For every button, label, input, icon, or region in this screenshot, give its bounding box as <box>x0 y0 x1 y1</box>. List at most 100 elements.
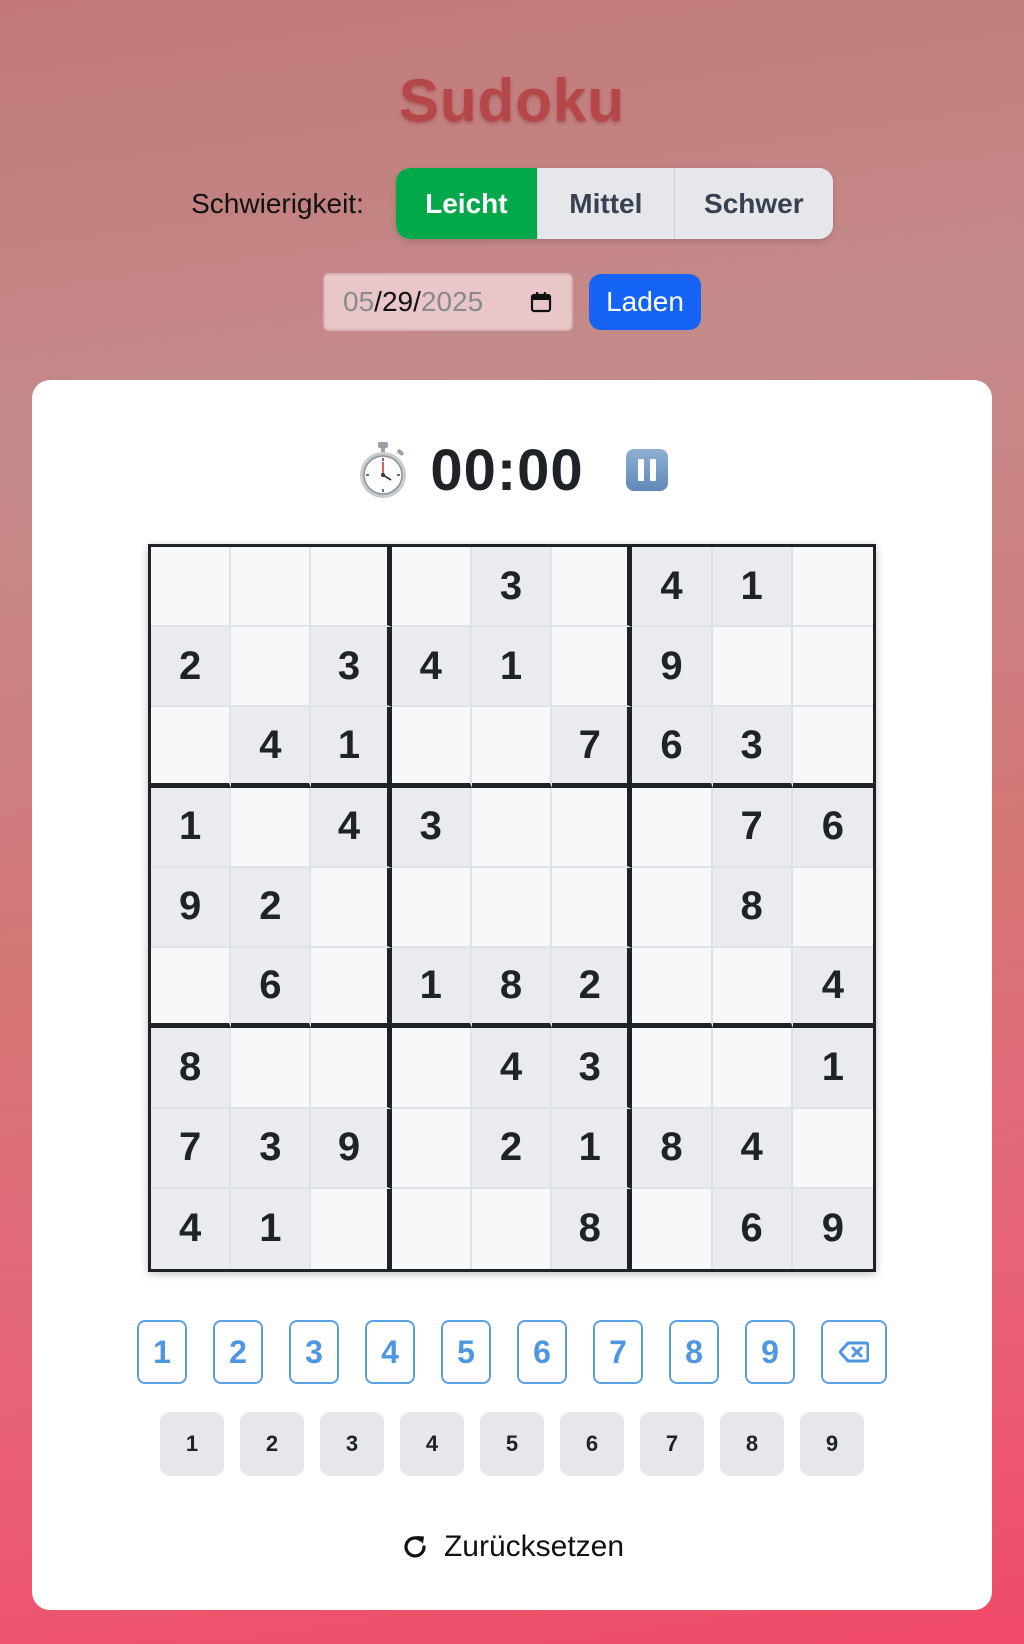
sudoku-cell[interactable] <box>231 787 312 868</box>
sudoku-cell[interactable]: 1 <box>151 787 232 868</box>
sudoku-cell[interactable]: 1 <box>712 547 793 628</box>
note-button-3[interactable]: 3 <box>320 1412 384 1476</box>
sudoku-cell[interactable]: 4 <box>632 547 713 628</box>
note-button-8[interactable]: 8 <box>720 1412 784 1476</box>
sudoku-cell[interactable] <box>471 707 553 788</box>
sudoku-cell[interactable]: 1 <box>552 1108 633 1189</box>
sudoku-cell[interactable]: 9 <box>792 1188 873 1269</box>
sudoku-cell[interactable]: 2 <box>151 627 232 708</box>
sudoku-cell[interactable]: 1 <box>391 948 472 1029</box>
sudoku-cell[interactable] <box>391 1108 472 1189</box>
sudoku-cell[interactable]: 7 <box>712 787 793 868</box>
pause-button[interactable] <box>625 449 668 491</box>
sudoku-cell[interactable]: 3 <box>311 627 392 708</box>
sudoku-cell[interactable]: 4 <box>712 1108 793 1189</box>
sudoku-cell[interactable]: 2 <box>471 1108 553 1189</box>
sudoku-cell[interactable]: 4 <box>391 627 472 708</box>
sudoku-cell[interactable]: 4 <box>792 948 873 1029</box>
sudoku-cell[interactable] <box>231 547 312 628</box>
difficulty-hard-button[interactable]: Schwer <box>674 168 833 239</box>
sudoku-cell[interactable]: 4 <box>311 787 392 868</box>
note-button-7[interactable]: 7 <box>640 1412 704 1476</box>
sudoku-cell[interactable] <box>552 547 633 628</box>
sudoku-cell[interactable]: 3 <box>712 707 793 788</box>
sudoku-cell[interactable]: 7 <box>151 1108 232 1189</box>
number-button-2[interactable]: 2 <box>213 1320 263 1384</box>
note-button-9[interactable]: 9 <box>800 1412 864 1476</box>
sudoku-cell[interactable]: 1 <box>471 627 553 708</box>
note-button-1[interactable]: 1 <box>160 1412 224 1476</box>
note-button-2[interactable]: 2 <box>240 1412 304 1476</box>
sudoku-cell[interactable] <box>632 1028 713 1109</box>
erase-button[interactable] <box>821 1320 887 1384</box>
sudoku-cell[interactable] <box>552 787 633 868</box>
sudoku-cell[interactable]: 6 <box>231 948 312 1029</box>
calendar-icon[interactable] <box>529 290 553 314</box>
sudoku-cell[interactable]: 7 <box>552 707 633 788</box>
sudoku-cell[interactable] <box>632 948 713 1029</box>
sudoku-cell[interactable] <box>712 948 793 1029</box>
sudoku-cell[interactable]: 2 <box>552 948 633 1029</box>
sudoku-cell[interactable]: 3 <box>552 1028 633 1109</box>
sudoku-cell[interactable]: 1 <box>231 1188 312 1269</box>
sudoku-cell[interactable] <box>632 1188 713 1269</box>
note-button-6[interactable]: 6 <box>560 1412 624 1476</box>
sudoku-cell[interactable]: 4 <box>471 1028 553 1109</box>
sudoku-cell[interactable]: 8 <box>632 1108 713 1189</box>
sudoku-cell[interactable] <box>792 627 873 708</box>
note-button-4[interactable]: 4 <box>400 1412 464 1476</box>
number-button-9[interactable]: 9 <box>745 1320 795 1384</box>
sudoku-cell[interactable] <box>471 867 553 949</box>
sudoku-cell[interactable] <box>792 547 873 628</box>
sudoku-cell[interactable] <box>712 1028 793 1109</box>
sudoku-cell[interactable]: 8 <box>712 867 793 949</box>
sudoku-cell[interactable] <box>151 948 232 1029</box>
sudoku-cell[interactable] <box>552 627 633 708</box>
sudoku-cell[interactable] <box>311 547 392 628</box>
sudoku-cell[interactable]: 8 <box>552 1188 633 1269</box>
sudoku-cell[interactable]: 6 <box>712 1188 793 1269</box>
sudoku-cell[interactable] <box>391 1028 472 1109</box>
load-button[interactable]: Laden <box>589 274 701 330</box>
sudoku-cell[interactable] <box>792 1108 873 1189</box>
sudoku-cell[interactable]: 6 <box>632 707 713 788</box>
sudoku-cell[interactable] <box>792 867 873 949</box>
sudoku-cell[interactable] <box>391 867 472 949</box>
sudoku-cell[interactable] <box>391 547 472 628</box>
sudoku-cell[interactable]: 9 <box>311 1108 392 1189</box>
difficulty-easy-button[interactable]: Leicht <box>395 168 538 239</box>
sudoku-cell[interactable]: 6 <box>792 787 873 868</box>
sudoku-cell[interactable] <box>632 787 713 868</box>
sudoku-cell[interactable] <box>311 1188 392 1269</box>
difficulty-medium-button[interactable]: Mittel <box>537 168 675 239</box>
number-button-5[interactable]: 5 <box>441 1320 491 1384</box>
sudoku-cell[interactable] <box>632 867 713 949</box>
sudoku-cell[interactable]: 3 <box>391 787 472 868</box>
number-button-3[interactable]: 3 <box>289 1320 339 1384</box>
sudoku-cell[interactable] <box>231 627 312 708</box>
sudoku-cell[interactable]: 3 <box>471 547 553 628</box>
sudoku-cell[interactable]: 2 <box>231 867 312 949</box>
sudoku-cell[interactable]: 9 <box>632 627 713 708</box>
sudoku-cell[interactable] <box>311 867 392 949</box>
sudoku-cell[interactable] <box>552 867 633 949</box>
sudoku-cell[interactable]: 3 <box>231 1108 312 1189</box>
sudoku-cell[interactable] <box>471 1188 553 1269</box>
sudoku-cell[interactable] <box>231 1028 312 1109</box>
sudoku-cell[interactable]: 1 <box>311 707 392 788</box>
sudoku-cell[interactable]: 8 <box>471 948 553 1029</box>
sudoku-cell[interactable] <box>712 627 793 708</box>
sudoku-cell[interactable] <box>391 1188 472 1269</box>
sudoku-cell[interactable] <box>391 707 472 788</box>
sudoku-cell[interactable] <box>311 1028 392 1109</box>
sudoku-cell[interactable] <box>151 707 232 788</box>
number-button-8[interactable]: 8 <box>669 1320 719 1384</box>
sudoku-cell[interactable]: 9 <box>151 867 232 949</box>
sudoku-cell[interactable]: 4 <box>151 1188 232 1269</box>
sudoku-cell[interactable] <box>311 948 392 1029</box>
date-input[interactable]: 05/29/2025 <box>323 273 573 331</box>
sudoku-cell[interactable]: 8 <box>151 1028 232 1109</box>
sudoku-cell[interactable] <box>792 707 873 788</box>
sudoku-cell[interactable] <box>471 787 553 868</box>
number-button-6[interactable]: 6 <box>517 1320 567 1384</box>
